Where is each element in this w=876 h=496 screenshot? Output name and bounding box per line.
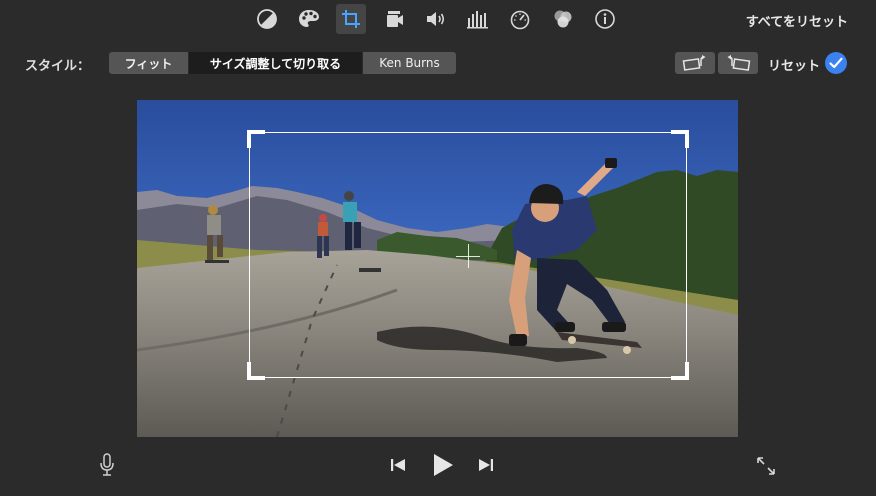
- microphone-icon: [100, 453, 114, 476]
- equalizer-icon: [467, 11, 488, 29]
- clip-filter-icon: [554, 10, 572, 28]
- stabilization-icon: [387, 11, 403, 27]
- fullscreen-icon: [757, 457, 775, 475]
- info-icon: [595, 9, 615, 29]
- play-icon: [434, 454, 453, 476]
- reset-all-button[interactable]: すべてをリセット: [746, 11, 848, 30]
- style-crop-to-fill-button[interactable]: サイズ調整して切り取る: [188, 52, 362, 74]
- volume-button[interactable]: [421, 4, 451, 34]
- volume-icon: [427, 12, 445, 26]
- equalizer-button[interactable]: [463, 4, 493, 34]
- crop-handle-bottom-left[interactable]: [247, 362, 265, 380]
- crop-style-segmented-control: フィット サイズ調整して切り取る Ken Burns: [109, 52, 456, 74]
- play-button[interactable]: [429, 451, 457, 479]
- skip-forward-icon: [479, 459, 493, 471]
- color-balance-icon: [257, 9, 277, 29]
- checkmark-icon: [829, 57, 843, 69]
- apply-crop-button[interactable]: [825, 52, 847, 74]
- style-fit-button[interactable]: フィット: [109, 52, 188, 74]
- rotate-left-button[interactable]: [675, 52, 715, 74]
- color-correction-button[interactable]: [294, 4, 324, 34]
- rotate-left-icon: [682, 55, 706, 71]
- crop-rectangle[interactable]: [247, 130, 689, 380]
- skip-back-icon: [391, 459, 405, 471]
- video-viewer: [137, 100, 738, 437]
- crop-style-bar: スタイル： フィット サイズ調整して切り取る Ken Burns リセット: [0, 50, 876, 76]
- color-palette-icon: [299, 10, 319, 27]
- skip-back-button[interactable]: [388, 455, 408, 475]
- voiceover-button[interactable]: [96, 452, 118, 478]
- crop-handle-top-right[interactable]: [671, 130, 689, 148]
- adjustment-toolbar: すべてをリセット: [0, 0, 876, 38]
- rotate-right-button[interactable]: [718, 52, 758, 74]
- crop-button[interactable]: [336, 4, 366, 34]
- speed-button[interactable]: [505, 4, 535, 34]
- reset-button[interactable]: リセット: [768, 55, 820, 74]
- info-button[interactable]: [590, 4, 620, 34]
- crop-handle-bottom-right[interactable]: [671, 362, 689, 380]
- skip-forward-button[interactable]: [476, 455, 496, 475]
- speed-icon: [510, 10, 530, 30]
- crop-icon: [342, 10, 360, 28]
- fullscreen-button[interactable]: [754, 454, 778, 478]
- stabilization-button[interactable]: [379, 4, 409, 34]
- crop-handle-top-left[interactable]: [247, 130, 265, 148]
- style-ken-burns-button[interactable]: Ken Burns: [362, 52, 456, 74]
- rotate-right-icon: [727, 55, 751, 71]
- clip-filter-button[interactable]: [548, 4, 578, 34]
- color-balance-button[interactable]: [252, 4, 282, 34]
- crop-center-crosshair-vertical: [468, 244, 469, 268]
- style-label: スタイル：: [25, 59, 91, 74]
